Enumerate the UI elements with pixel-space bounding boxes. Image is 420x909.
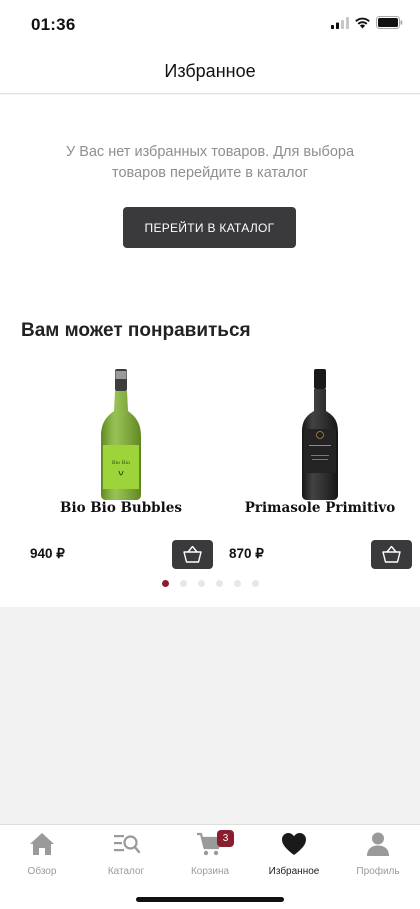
header: Избранное xyxy=(0,50,420,94)
pagination-dot[interactable] xyxy=(180,580,187,587)
favorites-screen: 01:36 Избранное У Вас нет избранных това… xyxy=(0,0,420,909)
empty-favorites-message: У Вас нет избранных товаров. Для выбора … xyxy=(65,144,355,181)
home-icon xyxy=(30,833,54,855)
tab-label: Обзор xyxy=(27,866,57,877)
add-to-cart-button[interactable] xyxy=(172,540,213,569)
tab-label: Корзина xyxy=(190,866,230,877)
svg-text:Bio Bio: Bio Bio xyxy=(112,460,130,466)
basket-icon xyxy=(382,545,401,563)
basket-icon xyxy=(183,545,202,563)
pagination-dot[interactable] xyxy=(216,580,223,587)
go-to-catalog-button[interactable]: ПЕРЕЙТИ В КАТАЛОГ xyxy=(123,207,296,248)
add-to-cart-button[interactable] xyxy=(371,540,412,569)
catalog-search-icon xyxy=(114,835,140,854)
sparkling-wine-bottle-icon: Bio Bio xyxy=(101,369,141,500)
red-wine-bottle-icon xyxy=(302,369,338,500)
status-time: 01:36 xyxy=(31,15,76,34)
carousel-pagination xyxy=(0,580,420,588)
tab-label: Избранное xyxy=(268,866,320,877)
home-indicator[interactable] xyxy=(136,897,284,902)
product-card[interactable]: Primasole Primitivo 870 ₽ xyxy=(220,363,420,573)
tab-overview[interactable]: Обзор xyxy=(0,831,84,881)
tab-label: Профиль xyxy=(356,866,400,877)
battery-icon xyxy=(376,16,403,29)
product-card[interactable]: Bio Bio Bio Bio Bubbles 940 ₽ xyxy=(21,363,221,573)
profile-icon xyxy=(367,832,389,856)
tab-label: Каталог xyxy=(107,866,145,877)
status-bar: 01:36 xyxy=(0,0,420,50)
heart-icon xyxy=(282,833,306,855)
pagination-dot[interactable] xyxy=(198,580,205,587)
cart-count-badge: 3 xyxy=(217,830,234,847)
product-name[interactable]: Bio Bio Bubbles xyxy=(21,500,221,516)
product-price: 940 ₽ xyxy=(30,546,65,561)
tab-cart[interactable]: 3 Корзина xyxy=(168,830,252,881)
pagination-dot-active[interactable] xyxy=(162,580,169,587)
pagination-dot[interactable] xyxy=(234,580,241,587)
tab-profile[interactable]: Профиль xyxy=(336,831,420,881)
product-name[interactable]: Primasole Primitivo xyxy=(220,500,420,516)
pagination-dot[interactable] xyxy=(252,580,259,587)
bottom-tab-bar: Обзор Каталог 3 Корзина Избранное Профил… xyxy=(0,824,420,909)
favorites-content: У Вас нет избранных товаров. Для выбора … xyxy=(0,95,420,607)
tab-catalog[interactable]: Каталог xyxy=(84,831,168,881)
recommendations-title: Вам может понравиться xyxy=(21,320,251,341)
tab-favorites[interactable]: Избранное xyxy=(252,831,336,881)
cellular-signal-icon xyxy=(331,17,349,29)
wifi-icon xyxy=(355,17,370,29)
page-title: Избранное xyxy=(164,61,256,81)
product-price: 870 ₽ xyxy=(229,546,264,561)
